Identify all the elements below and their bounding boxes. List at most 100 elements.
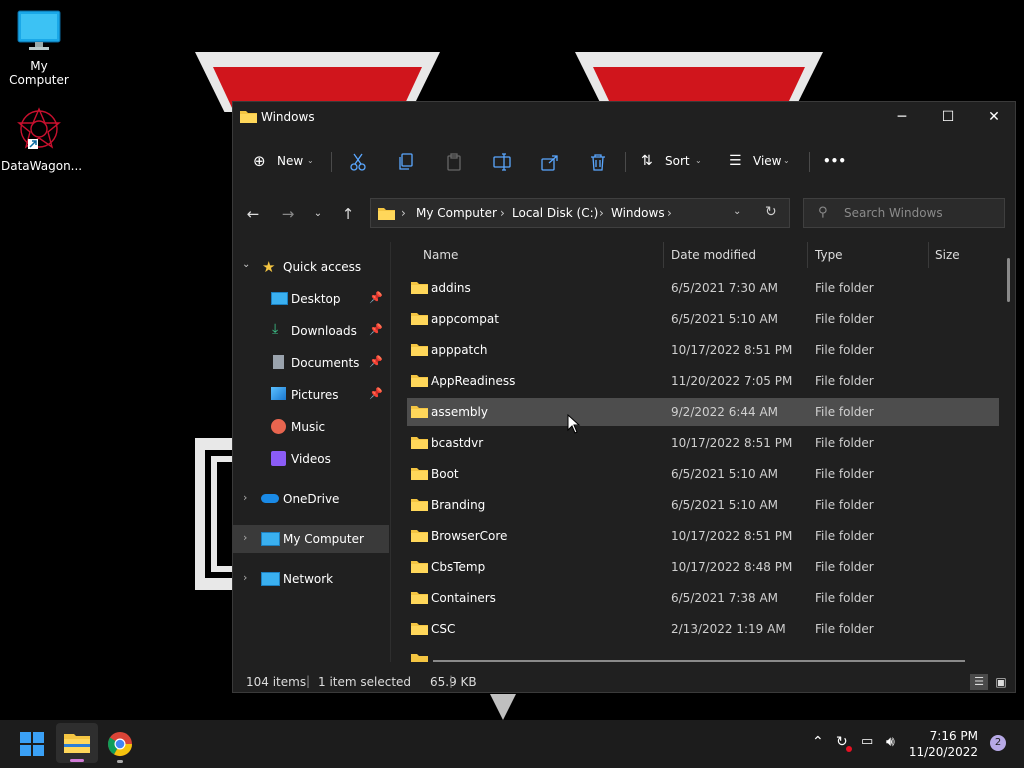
file-row[interactable]: CbsTemp 10/17/2022 8:48 PM File folder (407, 553, 999, 581)
sidebar-item-network[interactable]: › Network (233, 565, 389, 593)
windows-start-icon[interactable] (16, 728, 48, 760)
network-display-icon[interactable]: ▭ (861, 734, 873, 749)
column-divider[interactable] (807, 242, 808, 268)
address-bar[interactable]: › My Computer › Local Disk (C:) › Window… (370, 198, 790, 228)
details-view-icon[interactable]: ☰ (970, 674, 988, 690)
more-options-button[interactable]: ••• (823, 148, 849, 174)
file-date: 10/17/2022 8:51 PM (671, 343, 793, 357)
minimize-button[interactable]: ─ (879, 102, 925, 132)
monitor-icon (17, 10, 61, 50)
item-count: 104 items (246, 675, 307, 689)
file-row[interactable]: addins 6/5/2021 7:30 AM File folder (407, 274, 999, 302)
breadcrumb-local-disk[interactable]: Local Disk (C:) (512, 206, 598, 220)
column-header-name[interactable]: Name (423, 248, 458, 274)
tiles-view-icon[interactable]: ▣ (992, 674, 1010, 690)
maximize-button[interactable]: ☐ (925, 102, 971, 132)
search-input[interactable]: ⚲ Search Windows (803, 198, 1005, 228)
folder-icon (411, 375, 428, 387)
sidebar-item-onedrive[interactable]: › OneDrive (233, 485, 389, 513)
chevron-down-icon: ⌄ (783, 156, 790, 165)
breadcrumb-windows[interactable]: Windows (611, 206, 665, 220)
file-type: File folder (815, 281, 874, 295)
title-bar[interactable]: Windows ─ ☐ ✕ (233, 102, 1015, 134)
breadcrumb-separator-icon: › (401, 206, 406, 220)
chevron-up-icon[interactable]: ⌃ (812, 734, 824, 750)
file-date: 10/17/2022 8:51 PM (671, 436, 793, 450)
sidebar-item-downloads[interactable]: ⤓ Downloads 📌 (233, 317, 389, 345)
file-row[interactable]: apppatch 10/17/2022 8:51 PM File folder (407, 336, 999, 364)
pin-icon: 📌 (369, 387, 383, 400)
file-row[interactable]: CSC 2/13/2022 1:19 AM File folder (407, 615, 999, 643)
column-header-type[interactable]: Type (815, 248, 843, 274)
file-type: File folder (815, 374, 874, 388)
sidebar-item-my-computer[interactable]: › My Computer (233, 525, 389, 553)
address-dropdown-icon[interactable]: ⌄ (733, 206, 741, 217)
vertical-scrollbar[interactable] (1007, 258, 1010, 302)
taskbar: ⌃ ↻ ▭ 🔊︎ 7:16 PM 11/20/2022 2 (0, 720, 1024, 768)
folder-icon (411, 437, 428, 449)
file-name: CSC (431, 622, 456, 636)
desktop-icon-my-computer[interactable]: My Computer (1, 10, 77, 87)
file-type: File folder (815, 591, 874, 605)
column-divider[interactable] (928, 242, 929, 268)
sidebar-item-desktop[interactable]: Desktop 📌 (233, 285, 389, 313)
file-row[interactable]: bcastdvr 10/17/2022 8:51 PM File folder (407, 429, 999, 457)
column-header-size[interactable]: Size (935, 248, 960, 274)
delete-icon[interactable] (589, 153, 607, 171)
view-button[interactable]: ☰ View ⌄ (729, 148, 791, 174)
running-indicator (117, 760, 123, 763)
chevron-down-icon: ⌄ (242, 259, 251, 270)
sidebar-item-music[interactable]: Music (233, 413, 389, 441)
sidebar-item-videos[interactable]: Videos (233, 445, 389, 473)
share-icon[interactable] (541, 153, 559, 171)
sidebar-item-quick-access[interactable]: ⌄ ★ Quick access (233, 253, 389, 281)
rename-icon[interactable] (493, 153, 511, 171)
network-icon (261, 572, 280, 586)
column-divider[interactable] (663, 242, 664, 268)
taskbar-file-explorer[interactable] (56, 723, 98, 763)
file-row[interactable]: Containers 6/5/2021 7:38 AM File folder (407, 584, 999, 612)
close-button[interactable]: ✕ (971, 102, 1017, 132)
pane-divider[interactable] (390, 242, 391, 662)
refresh-icon[interactable]: ↻ (765, 204, 777, 220)
volume-icon[interactable]: 🔊︎ (886, 734, 895, 750)
breadcrumb-my-computer[interactable]: My Computer (416, 206, 497, 220)
chevron-right-icon: › (243, 491, 248, 504)
folder-icon (411, 499, 428, 511)
breadcrumb-separator-icon: › (599, 206, 604, 220)
file-date: 10/17/2022 8:48 PM (671, 560, 793, 574)
sidebar-item-label: My Computer (283, 532, 364, 546)
up-arrow-icon[interactable]: ↑ (336, 202, 360, 226)
copy-icon[interactable] (397, 153, 415, 171)
sidebar-item-documents[interactable]: Documents 📌 (233, 349, 389, 377)
cut-icon[interactable] (349, 153, 367, 171)
sidebar-item-label: Downloads (291, 324, 357, 338)
forward-arrow-icon[interactable]: → (276, 202, 300, 226)
file-row[interactable]: assembly 9/2/2022 6:44 AM File folder (407, 398, 999, 426)
column-header-date[interactable]: Date modified (671, 248, 756, 274)
file-row[interactable]: Boot 6/5/2021 5:10 AM File folder (407, 460, 999, 488)
notification-badge[interactable]: 2 (990, 735, 1006, 751)
chevron-down-icon: ⌄ (307, 156, 314, 165)
file-type: File folder (815, 343, 874, 357)
file-row[interactable]: appcompat 6/5/2021 5:10 AM File folder (407, 305, 999, 333)
new-button[interactable]: ⊕ New ⌄ (253, 148, 317, 174)
desktop-icon-datawagon[interactable]: DataWagon... (1, 106, 82, 173)
file-type: File folder (815, 436, 874, 450)
command-bar: ⊕ New ⌄ ⇅ Sort ⌄ ☰ View ⌄ ••• (233, 140, 1015, 182)
sidebar-item-pictures[interactable]: Pictures 📌 (233, 381, 389, 409)
file-row[interactable]: BrowserCore 10/17/2022 8:51 PM File folder (407, 522, 999, 550)
sort-button[interactable]: ⇅ Sort ⌄ (641, 148, 703, 174)
horizontal-scrollbar[interactable] (433, 660, 965, 662)
system-clock[interactable]: 7:16 PM 11/20/2022 (909, 728, 978, 760)
chrome-icon[interactable] (104, 728, 136, 760)
back-arrow-icon[interactable]: ← (241, 202, 265, 226)
file-name: Containers (431, 591, 496, 605)
clock-date: 11/20/2022 (908, 745, 978, 759)
file-date: 6/5/2021 5:10 AM (671, 467, 779, 481)
file-row[interactable]: Branding 6/5/2021 5:10 AM File folder (407, 491, 999, 519)
status-divider: | (449, 674, 454, 688)
paste-icon[interactable] (445, 153, 463, 171)
recent-locations-chevron-icon[interactable]: ⌄ (306, 202, 330, 226)
file-row[interactable]: AppReadiness 11/20/2022 7:05 PM File folde… (407, 367, 999, 395)
